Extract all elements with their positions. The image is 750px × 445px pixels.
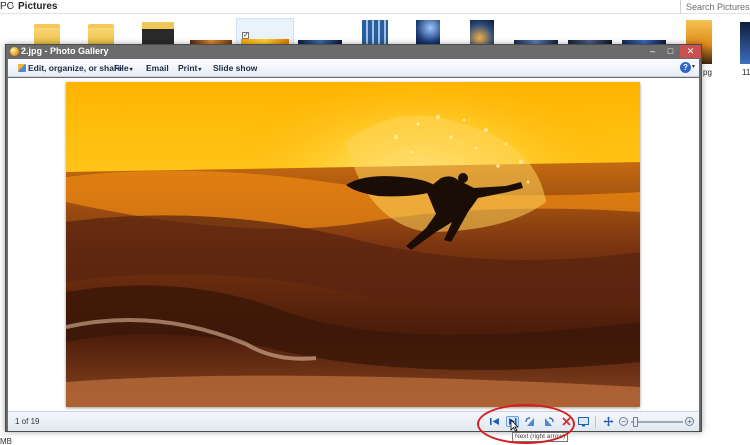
next-button-tooltip: Next (right arrow) bbox=[512, 432, 569, 442]
slide-show-button[interactable]: Slide show bbox=[213, 63, 257, 73]
photo-viewer-area bbox=[8, 78, 699, 411]
rotate-left-button[interactable] bbox=[524, 416, 537, 427]
file-name-label: 11 bbox=[742, 68, 750, 77]
selection-checkbox[interactable]: ✓ bbox=[242, 32, 249, 39]
photo-image[interactable] bbox=[66, 82, 640, 407]
edit-organize-share-label: Edit, organize, or share bbox=[28, 63, 122, 73]
desktop-screenshot: PC › Pictures Search Pictures ✓ pg 11 MB… bbox=[0, 0, 750, 445]
minimize-button[interactable]: – bbox=[644, 45, 661, 58]
email-button[interactable]: Email bbox=[146, 63, 169, 73]
breadcrumb-separator: › bbox=[11, 1, 15, 12]
print-menu[interactable]: Print▾ bbox=[178, 63, 201, 73]
actual-size-icon bbox=[603, 416, 614, 427]
file-menu-label: File bbox=[114, 63, 129, 73]
play-slide-show-button[interactable] bbox=[577, 416, 590, 427]
folder-thumbnail[interactable] bbox=[142, 22, 174, 46]
toolbar-divider bbox=[595, 416, 596, 428]
rotate-clockwise-icon bbox=[545, 417, 554, 426]
photo-gallery-icon bbox=[18, 64, 26, 72]
navigation-bar: 1 of 19 − + bbox=[8, 411, 699, 431]
surfer-photo bbox=[66, 82, 640, 407]
chevron-down-icon[interactable]: ▾ bbox=[692, 63, 695, 70]
zoom-in-button[interactable]: + bbox=[685, 417, 694, 426]
photo-gallery-app-icon bbox=[10, 47, 19, 56]
title-bar[interactable]: 2.jpg - Photo Gallery – □ ✕ bbox=[6, 45, 701, 59]
actual-size-button[interactable] bbox=[602, 416, 615, 427]
print-menu-label: Print bbox=[178, 63, 198, 73]
rotate-right-button[interactable] bbox=[542, 416, 555, 427]
chevron-down-icon: ▾ bbox=[129, 67, 133, 73]
mouse-cursor-icon bbox=[510, 419, 519, 432]
file-name-label: pg bbox=[703, 68, 712, 77]
close-button[interactable]: ✕ bbox=[680, 45, 701, 58]
chevron-down-icon: ▾ bbox=[198, 67, 202, 73]
photo-counter: 1 of 19 bbox=[15, 417, 40, 426]
window-title: 2.jpg - Photo Gallery bbox=[21, 46, 109, 56]
photo-thumbnail[interactable] bbox=[362, 20, 388, 46]
command-bar: Edit, organize, or share File▾ Email Pri… bbox=[8, 59, 699, 77]
slide-show-icon bbox=[578, 417, 589, 427]
previous-icon bbox=[490, 418, 499, 425]
delete-button[interactable] bbox=[560, 416, 573, 427]
photo-thumbnail[interactable] bbox=[740, 22, 750, 64]
search-input[interactable]: Search Pictures bbox=[680, 0, 750, 14]
zoom-slider-track[interactable] bbox=[631, 421, 683, 423]
zoom-slider-thumb[interactable] bbox=[633, 417, 639, 427]
file-menu[interactable]: File▾ bbox=[114, 63, 133, 73]
zoom-out-button[interactable]: − bbox=[619, 417, 628, 426]
edit-organize-share-button[interactable]: Edit, organize, or share bbox=[18, 63, 122, 73]
maximize-button[interactable]: □ bbox=[662, 45, 679, 58]
breadcrumb-pictures[interactable]: Pictures bbox=[18, 1, 57, 12]
help-icon[interactable]: ? bbox=[680, 62, 691, 73]
photo-thumbnail[interactable] bbox=[470, 20, 494, 46]
explorer-address-bar[interactable]: PC › Pictures Search Pictures bbox=[0, 0, 750, 14]
delete-icon bbox=[562, 417, 571, 426]
photo-gallery-window: 2.jpg - Photo Gallery – □ ✕ Edit, organi… bbox=[5, 44, 702, 432]
photo-thumbnail[interactable] bbox=[416, 20, 440, 46]
rotate-counterclockwise-icon bbox=[525, 417, 534, 426]
previous-button[interactable] bbox=[488, 416, 501, 427]
status-size-text: MB bbox=[0, 437, 12, 445]
